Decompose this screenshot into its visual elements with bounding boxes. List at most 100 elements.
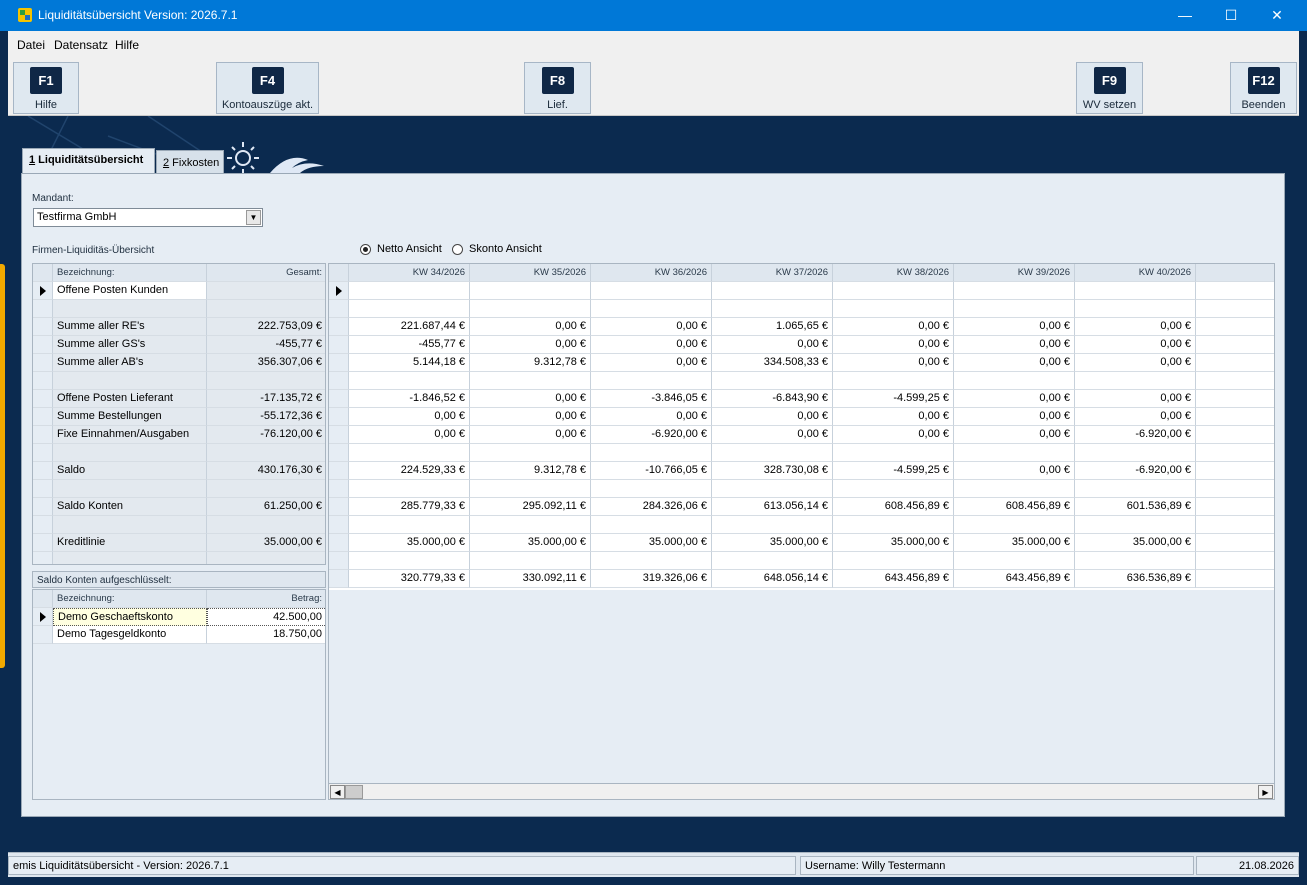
week-value: 0,00 € — [954, 408, 1075, 426]
column-header-week[interactable]: KW 4 — [1196, 264, 1274, 282]
mandant-select[interactable]: Testfirma GmbH ▼ — [33, 208, 263, 227]
column-header-week[interactable]: KW 35/2026 — [470, 264, 591, 282]
close-button[interactable]: ✕ — [1254, 0, 1300, 31]
column-header-week[interactable]: KW 36/2026 — [591, 264, 712, 282]
skonto-radio[interactable]: Skonto Ansicht — [452, 243, 542, 255]
week-value — [1196, 354, 1274, 372]
grid-header: Bezeichnung: Betrag: — [33, 590, 325, 608]
table-row[interactable] — [33, 552, 325, 564]
bank-statements-button[interactable]: F4 Kontoauszüge akt. — [216, 62, 319, 114]
row-label — [53, 516, 207, 534]
week-value: 5.144,18 € — [349, 354, 470, 372]
chevron-down-icon[interactable]: ▼ — [246, 210, 261, 225]
help-button[interactable]: F1 Hilfe — [13, 62, 79, 114]
side-accent — [0, 264, 5, 668]
week-value — [833, 480, 954, 498]
table-row[interactable] — [33, 480, 325, 498]
table-row[interactable]: Summe aller RE's 222.753,09 € — [33, 318, 325, 336]
accounts-grid[interactable]: Bezeichnung: Betrag: Demo Geschaeftskonto 4… — [32, 589, 326, 800]
table-row[interactable] — [329, 444, 1274, 462]
column-header-week[interactable]: KW 39/2026 — [954, 264, 1075, 282]
table-row[interactable] — [329, 516, 1274, 534]
table-row[interactable] — [33, 444, 325, 462]
table-row[interactable]: 320.779,33 €330.092,11 €319.326,06 €648.… — [329, 570, 1274, 588]
week-value — [349, 444, 470, 462]
maximize-button[interactable]: ☐ — [1208, 0, 1254, 31]
table-row[interactable]: Fixe Einnahmen/Ausgaben -76.120,00 € — [33, 426, 325, 444]
scroll-left-icon[interactable]: ◀ — [330, 785, 345, 799]
row-label: Saldo Konten — [53, 498, 207, 516]
table-row[interactable]: 0,00 €0,00 €0,00 €0,00 €0,00 €0,00 €0,00… — [329, 408, 1274, 426]
week-value — [1196, 426, 1274, 444]
column-header-gesamt[interactable]: Gesamt: — [207, 264, 325, 282]
week-value: -455,77 € — [349, 336, 470, 354]
horizontal-scrollbar[interactable]: ◀ ▶ — [328, 783, 1275, 800]
table-row[interactable] — [33, 300, 325, 318]
summary-grid[interactable]: Bezeichnung: Gesamt: Offene Posten Kunden S… — [32, 263, 326, 565]
table-row[interactable]: 224.529,33 €9.312,78 € -10.766,05 €328.73… — [329, 462, 1274, 480]
column-header-week[interactable]: KW 40/2026 — [1075, 264, 1196, 282]
week-value — [349, 480, 470, 498]
week-value: 35.000,00 € — [954, 534, 1075, 552]
column-header-betrag[interactable]: Betrag: — [207, 590, 325, 608]
row-indicator — [33, 282, 53, 300]
week-value — [712, 444, 833, 462]
row-indicator — [329, 318, 349, 336]
menu-datensatz[interactable]: Datensatz — [54, 38, 108, 52]
table-row[interactable]: -455,77 €0,00 €0,00 €0,00 €0,00 €0,00 €0… — [329, 336, 1274, 354]
table-row[interactable]: Summe aller AB's 356.307,06 € — [33, 354, 325, 372]
table-row[interactable]: Offene Posten Kunden — [33, 282, 325, 300]
table-row[interactable]: Demo Tagesgeldkonto 18.750,00 — [33, 626, 325, 644]
set-reminder-button[interactable]: F9 WV setzen — [1076, 62, 1143, 114]
supplier-button[interactable]: F8 Lief. — [524, 62, 591, 114]
table-row[interactable] — [329, 372, 1274, 390]
row-label: Summe aller GS's — [53, 336, 207, 354]
week-value: 9.312,78 € — [470, 462, 591, 480]
table-row[interactable]: 285.779,33 €295.092,11 €284.326,06 €613.… — [329, 498, 1274, 516]
week-value — [349, 282, 470, 300]
week-value: 284.326,06 € — [591, 498, 712, 516]
table-row[interactable]: Kreditlinie 35.000,00 € — [33, 534, 325, 552]
column-header-week[interactable]: KW 37/2026 — [712, 264, 833, 282]
week-value: 0,00 € — [954, 318, 1075, 336]
menu-datei[interactable]: Datei — [17, 38, 45, 52]
column-header-bezeichnung[interactable]: Bezeichnung: — [53, 590, 207, 608]
grid-header: KW 34/2026 KW 35/2026 KW 36/2026 KW 37/2026… — [329, 264, 1274, 282]
table-row[interactable]: Saldo Konten 61.250,00 € — [33, 498, 325, 516]
app-icon — [18, 8, 32, 22]
table-row[interactable]: 221.687,44 €0,00 €0,00 €1.065,65 €0,00 €… — [329, 318, 1274, 336]
table-row[interactable] — [33, 516, 325, 534]
tab-liquiditaetsuebersicht[interactable]: 1 Liquiditätsübersicht — [22, 148, 155, 175]
table-row[interactable]: Offene Posten Lieferant -17.135,72 € — [33, 390, 325, 408]
week-value — [954, 444, 1075, 462]
table-row[interactable] — [329, 300, 1274, 318]
table-row[interactable]: Summe Bestellungen -55.172,36 € — [33, 408, 325, 426]
column-header-week[interactable]: KW 34/2026 — [349, 264, 470, 282]
tab-fixkosten[interactable]: 2 Fixkosten — [156, 150, 224, 174]
row-indicator — [329, 462, 349, 480]
scroll-right-icon[interactable]: ▶ — [1258, 785, 1273, 799]
scroll-thumb[interactable] — [345, 785, 363, 799]
row-indicator — [33, 590, 53, 608]
minimize-button[interactable]: — — [1162, 0, 1208, 31]
row-indicator — [33, 300, 53, 318]
table-row[interactable]: 0,00 €0,00 € -6.920,00 €0,00 €0,00 €0,00 … — [329, 426, 1274, 444]
weekly-grid[interactable]: KW 34/2026 KW 35/2026 KW 36/2026 KW 37/2026… — [328, 263, 1275, 784]
table-row[interactable] — [329, 480, 1274, 498]
table-row[interactable] — [33, 372, 325, 390]
table-row[interactable]: 5.144,18 €9.312,78 €0,00 €334.508,33 €0,… — [329, 354, 1274, 372]
table-row[interactable]: Saldo 430.176,30 € — [33, 462, 325, 480]
table-row[interactable]: Summe aller GS's -455,77 € — [33, 336, 325, 354]
table-row[interactable]: Demo Geschaeftskonto 42.500,00 — [33, 608, 325, 626]
table-row[interactable]: -1.846,52 €0,00 € -3.846,05 € -6.843,90 € -… — [329, 390, 1274, 408]
week-value: -10.766,05 € — [591, 462, 712, 480]
column-header-week[interactable]: KW 38/2026 — [833, 264, 954, 282]
menu-hilfe[interactable]: Hilfe — [115, 38, 139, 52]
column-header-bezeichnung[interactable]: Bezeichnung: — [53, 264, 207, 282]
netto-radio[interactable]: Netto Ansicht — [360, 243, 442, 255]
table-row[interactable] — [329, 552, 1274, 570]
row-indicator — [33, 354, 53, 372]
table-row[interactable] — [329, 282, 1274, 300]
table-row[interactable]: 35.000,00 €35.000,00 €35.000,00 €35.000,… — [329, 534, 1274, 552]
exit-button[interactable]: F12 Beenden — [1230, 62, 1297, 114]
